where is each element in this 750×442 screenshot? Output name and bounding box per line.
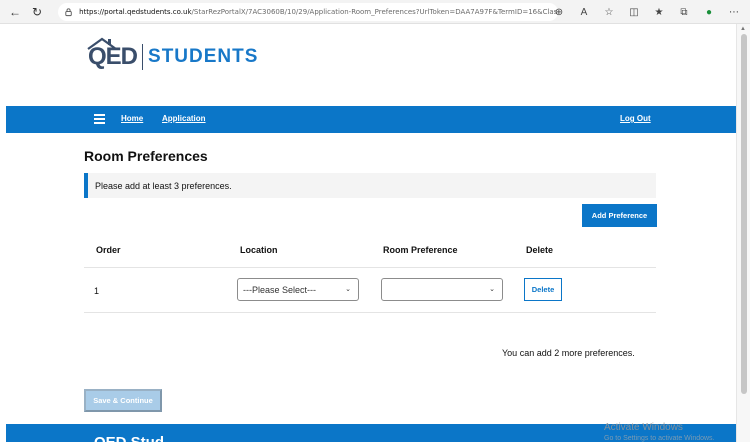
vertical-scrollbar[interactable]: ▲ <box>736 24 750 442</box>
header-delete: Delete <box>526 245 554 255</box>
chevron-down-icon: ⌄ <box>345 286 351 293</box>
collections-icon[interactable]: ⧉ <box>676 4 692 20</box>
delete-row-button[interactable]: Delete <box>524 278 562 301</box>
watermark-subtitle: Go to Settings to activate Windows. <box>604 435 715 442</box>
extension-icon[interactable]: ● <box>701 4 717 20</box>
remaining-preferences-text: You can add 2 more preferences. <box>502 348 635 358</box>
zoom-icon[interactable]: ⊕ <box>551 4 567 20</box>
more-icon[interactable]: ⋯ <box>726 4 742 20</box>
nav-application-link[interactable]: Application <box>162 114 206 123</box>
browser-toolbar: ← ↻ https://portal.qedstudents.co.uk/Sta… <box>0 0 750 24</box>
header-location: Location <box>240 245 278 255</box>
logo-divider <box>142 44 144 70</box>
room-preference-select[interactable]: ⌄ <box>381 278 503 301</box>
notice-text: Please add at least 3 preferences. <box>95 180 232 191</box>
header-order: Order <box>96 245 121 255</box>
address-bar[interactable]: https://portal.qedstudents.co.uk/StarRez… <box>58 3 558 21</box>
scrollbar-thumb[interactable] <box>741 34 747 394</box>
watermark-title: Activate Windows <box>604 422 683 433</box>
logo-students-text: STUDENTS <box>148 46 259 67</box>
page-title: Room Preferences <box>84 148 208 164</box>
split-screen-icon[interactable]: ◫ <box>626 4 642 20</box>
url-text[interactable]: https://portal.qedstudents.co.uk/StarRez… <box>79 8 558 16</box>
row-divider <box>84 312 656 313</box>
location-select[interactable]: ---Please Select--- ⌄ <box>237 278 359 301</box>
activate-windows-watermark: Activate Windows Go to Settings to activ… <box>604 422 715 442</box>
chevron-down-icon: ⌄ <box>489 286 495 293</box>
footer-logo-text: QED Stud <box>94 434 164 442</box>
favorites-bar-icon[interactable]: ★ <box>651 4 667 20</box>
logo-qed: QED <box>87 37 138 69</box>
lock-icon[interactable] <box>64 7 73 17</box>
back-icon[interactable]: ← <box>8 5 22 19</box>
save-continue-button[interactable]: Save & Continue <box>84 389 162 412</box>
read-aloud-icon[interactable]: A <box>576 4 592 20</box>
row-order: 1 <box>94 286 100 296</box>
info-notice: Please add at least 3 preferences. <box>84 173 656 198</box>
nav-home-link[interactable]: Home <box>121 114 143 123</box>
add-preference-button[interactable]: Add Preference <box>582 204 657 227</box>
logout-link[interactable]: Log Out <box>620 114 651 123</box>
favorite-icon[interactable]: ☆ <box>601 4 617 20</box>
site-logo[interactable]: QED STUDENTS <box>87 37 259 70</box>
header-divider <box>84 267 656 268</box>
main-nav: Home Application Log Out <box>6 106 736 133</box>
house-roof-icon <box>87 37 117 50</box>
refresh-icon[interactable]: ↻ <box>30 5 44 19</box>
hamburger-menu-icon[interactable] <box>94 114 105 124</box>
url-host: https://portal.qedstudents.co.uk <box>79 8 192 16</box>
scroll-up-icon[interactable]: ▲ <box>740 26 746 32</box>
location-select-value: ---Please Select--- <box>243 284 317 295</box>
url-path: /StarRezPortalX/7AC3060B/10/29/Applicati… <box>191 8 558 16</box>
header-room-preference: Room Preference <box>383 245 458 255</box>
